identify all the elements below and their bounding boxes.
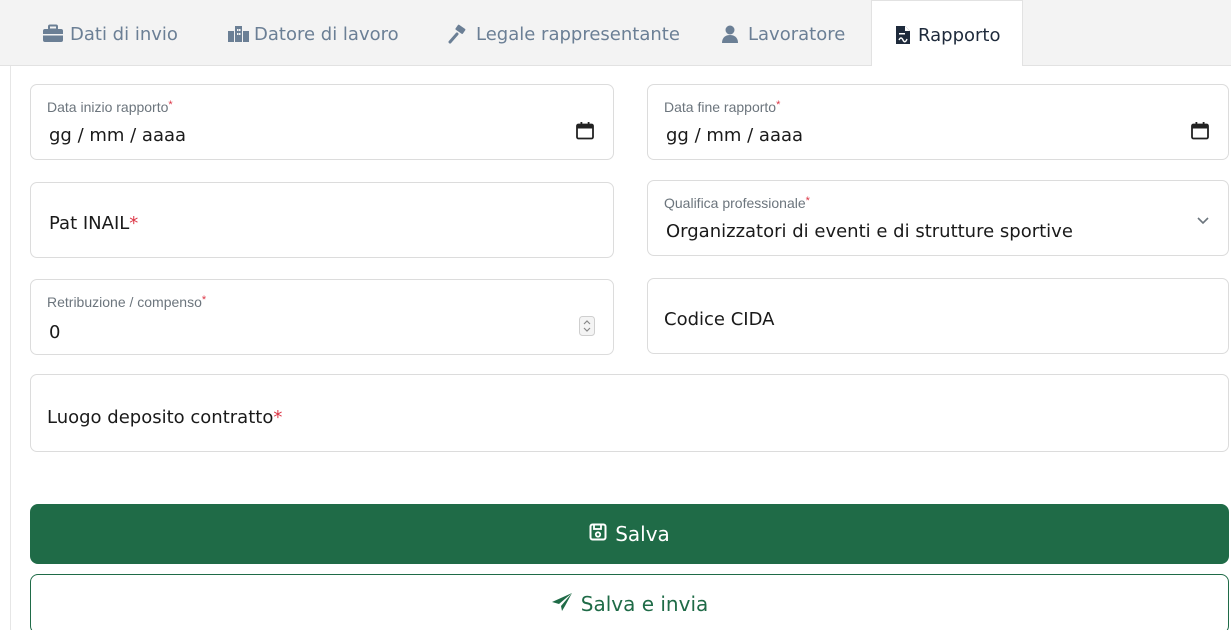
field-placeholder: Codice CIDA (664, 309, 775, 330)
tab-legale-rappresentante[interactable]: Legale rappresentante (448, 0, 680, 66)
number-value: 0 (49, 322, 61, 343)
date-value: gg / mm / aaaa (666, 125, 804, 146)
save-button[interactable]: Salva (30, 504, 1229, 564)
tab-rapporto[interactable]: Rapporto (871, 0, 1024, 67)
tab-datore-di-lavoro[interactable]: Datore di lavoro (226, 0, 399, 66)
field-placeholder: Luogo deposito contratto* (47, 407, 283, 428)
calendar-icon[interactable] (575, 121, 595, 145)
field-placeholder: Pat INAIL* (49, 213, 139, 234)
tab-dati-di-invio[interactable]: Dati di invio (42, 0, 178, 66)
data-fine-rapporto-field[interactable]: Data fine rapporto* gg / mm / aaaa (647, 84, 1229, 160)
date-value: gg / mm / aaaa (49, 125, 187, 146)
field-label: Qualifica professionale* (664, 195, 810, 211)
tab-label: Dati di invio (70, 24, 178, 45)
luogo-deposito-contratto-field[interactable]: Luogo deposito contratto* (30, 374, 1229, 452)
save-and-send-button-label: Salva e invia (580, 592, 709, 616)
building-icon (226, 24, 249, 44)
save-and-send-button[interactable]: Salva e invia (30, 574, 1229, 630)
number-stepper-icon[interactable] (579, 316, 595, 340)
tab-lavoratore[interactable]: Lavoratore (720, 0, 845, 66)
tab-label: Datore di lavoro (254, 24, 399, 45)
tab-bar: Dati di invio Datore di lavoro Legale ra… (0, 0, 1231, 67)
pat-inail-field[interactable]: Pat INAIL* (30, 182, 614, 258)
briefcase-icon (42, 24, 64, 44)
retribuzione-compenso-field[interactable]: Retribuzione / compenso* 0 (30, 279, 614, 355)
tab-label: Legale rappresentante (476, 24, 680, 45)
chevron-down-icon (1196, 211, 1210, 230)
user-icon (720, 24, 742, 44)
selected-value: Organizzatori di eventi e di strutture s… (666, 221, 1073, 242)
floppy-disk-icon (589, 522, 607, 546)
qualifica-professionale-select[interactable]: Qualifica professionale* Organizzatori d… (647, 180, 1229, 256)
tab-label: Lavoratore (748, 24, 846, 45)
field-label: Retribuzione / compenso* (47, 294, 207, 310)
file-contract-icon (894, 25, 912, 45)
tab-label: Rapporto (918, 25, 1001, 46)
gavel-icon (448, 24, 470, 44)
save-button-label: Salva (615, 522, 670, 546)
field-label: Data inizio rapporto* (47, 99, 173, 115)
calendar-icon[interactable] (1190, 121, 1210, 145)
codice-cida-field[interactable]: Codice CIDA (647, 278, 1229, 354)
field-label: Data fine rapporto* (664, 99, 781, 115)
paper-plane-icon (551, 592, 573, 617)
data-inizio-rapporto-field[interactable]: Data inizio rapporto* gg / mm / aaaa (30, 84, 614, 160)
